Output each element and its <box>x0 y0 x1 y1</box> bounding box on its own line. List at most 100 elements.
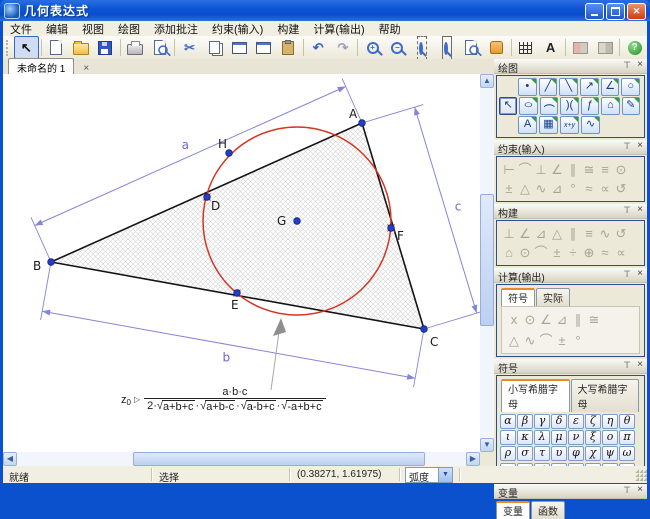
greek-key-β[interactable]: β <box>517 414 533 429</box>
zoom-window-button[interactable] <box>434 35 459 60</box>
greek-key-ρ[interactable]: ρ <box>500 446 516 461</box>
scroll-up-icon[interactable]: ▲ <box>480 74 494 88</box>
construct-icon-1[interactable]: ⊥ <box>501 224 517 243</box>
constraint-icon-10[interactable]: △ <box>517 179 533 198</box>
print-preview-button[interactable] <box>148 36 173 59</box>
calculate-icon-3[interactable]: ∠ <box>538 310 554 329</box>
constraint-icon-1[interactable]: ⊢ <box>501 160 517 179</box>
point-label-C[interactable]: C <box>430 335 438 349</box>
close-button[interactable]: ✕ <box>627 3 646 20</box>
greek-key-κ[interactable]: κ <box>517 430 533 445</box>
construct-icon-12[interactable]: ± <box>549 243 565 262</box>
construct-icon-5[interactable]: ∥ <box>565 224 581 243</box>
construct-icon-11[interactable]: ⌒ <box>533 243 549 262</box>
new-document-button[interactable] <box>44 36 69 59</box>
menu-item-5[interactable]: 约束(输入) <box>205 21 270 37</box>
draw-locus-button[interactable]: ∿ <box>581 116 600 134</box>
redo-button[interactable]: ↷ <box>331 36 356 59</box>
open-file-button[interactable] <box>68 36 93 59</box>
zoom-selection-button[interactable] <box>410 35 435 60</box>
construct-icon-2[interactable]: ∠ <box>517 224 533 243</box>
symbols-panel-header[interactable]: 符号 ⊤ × <box>494 359 647 375</box>
menu-item-3[interactable]: 绘图 <box>111 21 147 37</box>
dimension-c-line[interactable] <box>414 107 478 314</box>
toolbox-toggle-1-button[interactable] <box>568 36 593 59</box>
menu-item-6[interactable]: 构建 <box>270 21 306 37</box>
draw-ellipse-button[interactable]: ○ <box>519 97 538 115</box>
point-label-H[interactable]: H <box>218 137 227 151</box>
close-icon[interactable]: × <box>637 359 643 370</box>
cut-button[interactable]: ✂ <box>177 36 202 59</box>
draw-conic-button[interactable]: )( <box>560 97 579 115</box>
scroll-right-icon[interactable]: ▶ <box>466 452 480 466</box>
constraint-icon-15[interactable]: ∝ <box>597 179 613 198</box>
scroll-left-icon[interactable]: ◀ <box>3 452 17 466</box>
vertical-scrollbar[interactable]: ▲ ▼ <box>480 74 494 452</box>
calculate-icon-1[interactable]: x <box>506 310 522 329</box>
point-A[interactable] <box>358 119 366 127</box>
construct-icon-7[interactable]: ∿ <box>597 224 613 243</box>
greek-key-γ[interactable]: γ <box>534 414 550 429</box>
draw-arc-button[interactable]: ( <box>539 97 559 115</box>
toolbar-grip[interactable] <box>6 39 11 56</box>
greek-key-θ[interactable]: θ <box>619 414 635 429</box>
tab-functions[interactable]: 函数 <box>531 501 565 519</box>
point-F[interactable] <box>387 224 395 232</box>
draw-vector-button[interactable]: ↗ <box>580 78 599 96</box>
greek-key-ψ[interactable]: ψ <box>602 446 618 461</box>
grid-toggle-button[interactable] <box>514 36 539 59</box>
horizontal-scrollbar[interactable]: ◀ ▶ <box>3 452 480 466</box>
pin-icon[interactable]: ⊤ <box>623 269 631 280</box>
greek-key-δ[interactable]: δ <box>551 414 567 429</box>
draw-function-button[interactable]: ƒ <box>580 97 600 115</box>
dimension-b-line[interactable] <box>42 310 416 379</box>
dimension-label-b[interactable]: b <box>223 351 231 365</box>
drawing-area[interactable]: a c b A B C D E F G H z0 ▷ a·b·c 2· √ a+b+c · √ a+b-c · √… <box>3 74 480 452</box>
calculate-b-icon-3[interactable]: ⌒ <box>538 331 554 350</box>
point-label-E[interactable]: E <box>231 298 239 312</box>
pin-icon[interactable]: ⊤ <box>623 60 631 71</box>
constraint-icon-12[interactable]: ⊿ <box>549 179 565 198</box>
point-label-G[interactable]: G <box>277 214 286 228</box>
greek-key-ω[interactable]: ω <box>619 446 635 461</box>
menu-item-1[interactable]: 编辑 <box>39 21 75 37</box>
point-D[interactable] <box>203 193 211 201</box>
greek-key-μ[interactable]: μ <box>551 430 567 445</box>
draw-polygon-button[interactable]: ∠ <box>600 78 620 96</box>
menu-item-2[interactable]: 视图 <box>75 21 111 37</box>
variables-panel-header[interactable]: 变量 ⊤ × <box>494 484 647 500</box>
constraint-icon-2[interactable]: ⌒ <box>517 160 533 179</box>
constraint-icon-16[interactable]: ↺ <box>613 179 629 198</box>
select-arrow-tool-button[interactable]: ↖ <box>499 97 518 115</box>
pin-icon[interactable]: ⊤ <box>623 485 631 496</box>
constraint-icon-3[interactable]: ⊥ <box>533 160 549 179</box>
constraint-icon-14[interactable]: ≈ <box>581 179 597 198</box>
angle-unit-combobox[interactable]: 弧度 ▼ <box>405 467 453 484</box>
constraint-icon-7[interactable]: ≡ <box>597 160 613 179</box>
font-button[interactable]: A <box>538 36 563 59</box>
calculate-icon-6[interactable]: ≅ <box>586 310 602 329</box>
construct-panel-header[interactable]: 构建 ⊤ × <box>494 204 647 220</box>
draw-regular-polygon-button[interactable]: ⌂ <box>601 97 620 115</box>
constraints-panel-header[interactable]: 约束(输入) ⊤ × <box>494 140 647 156</box>
construct-icon-4[interactable]: △ <box>549 224 565 243</box>
draw-line-button[interactable]: ╲ <box>559 78 579 96</box>
construct-icon-10[interactable]: ⊙ <box>517 243 533 262</box>
constraint-icon-6[interactable]: ≅ <box>581 160 597 179</box>
save-file-button[interactable] <box>93 36 118 59</box>
constraint-icon-11[interactable]: ∿ <box>533 179 549 198</box>
greek-key-ζ[interactable]: ζ <box>585 414 601 429</box>
calculate-b-icon-2[interactable]: ∿ <box>522 331 538 350</box>
select-tool-button[interactable]: ↖ <box>13 36 39 59</box>
construct-icon-6[interactable]: ≡ <box>581 224 597 243</box>
output-expression[interactable]: z0 ▷ a·b·c 2· √ a+b+c · √ a+b-c · √ a-b+c · √ -a+b+… <box>121 386 326 413</box>
close-icon[interactable]: × <box>637 204 643 215</box>
pan-button[interactable] <box>484 36 509 59</box>
print-button[interactable] <box>123 36 148 59</box>
constraint-icon-13[interactable]: ° <box>565 179 581 198</box>
tab-lowercase-greek[interactable]: 小写希腊字母 <box>501 379 570 412</box>
construct-icon-14[interactable]: ⊕ <box>581 243 597 262</box>
point-label-B[interactable]: B <box>33 259 41 273</box>
close-icon[interactable]: × <box>637 140 643 151</box>
maximize-button[interactable] <box>606 3 625 20</box>
